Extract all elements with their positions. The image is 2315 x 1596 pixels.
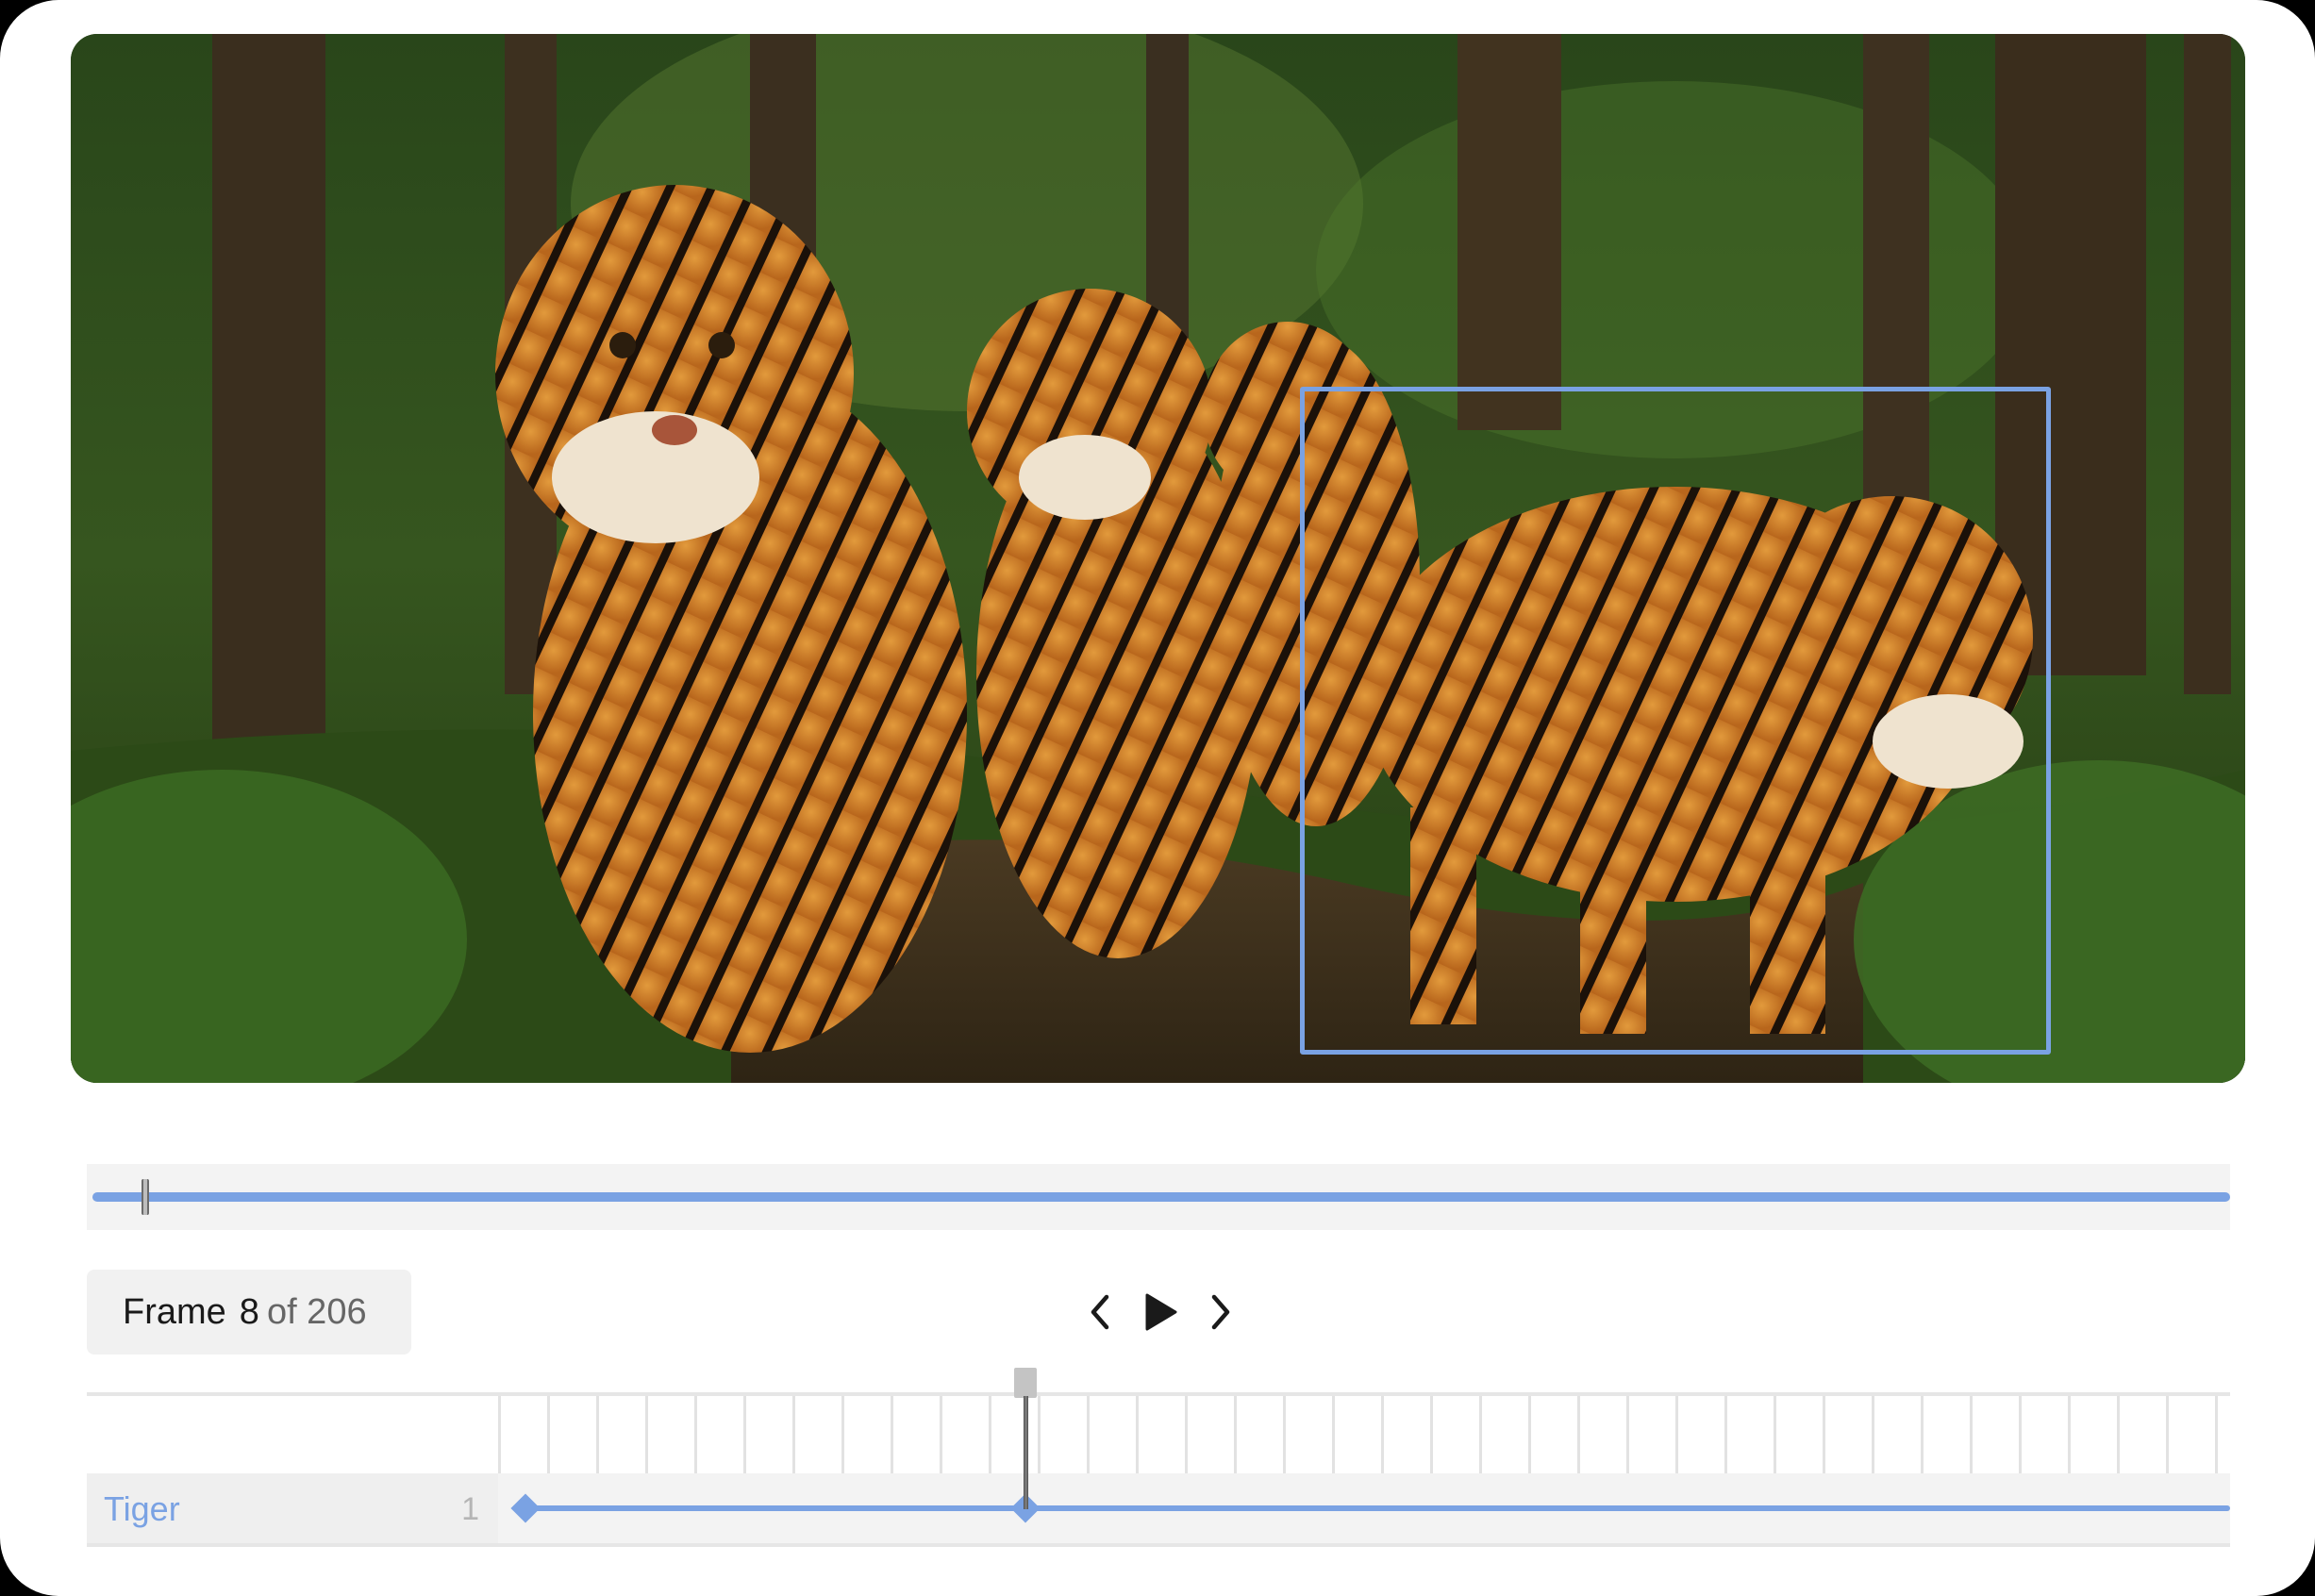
frame-current[interactable]: 8 [240,1292,259,1333]
keyframe-timeline[interactable]: Tiger 1 [87,1368,2230,1547]
playhead-handle[interactable] [1014,1368,1037,1398]
scrubber-handle[interactable] [142,1179,149,1215]
frame-ruler[interactable] [498,1396,2230,1475]
track-label[interactable]: Tiger 1 [87,1473,498,1545]
track-span-line[interactable] [530,1505,2230,1511]
next-frame-button[interactable] [1196,1281,1245,1343]
chevron-right-icon [1211,1294,1230,1330]
frame-total: of 206 [266,1291,367,1332]
tiger-bounding-box[interactable] [1300,387,2051,1055]
playback-controls [1075,1281,1245,1343]
frame-counter: Frame 8 of 206 [87,1270,411,1355]
previous-frame-button[interactable] [1075,1281,1124,1343]
timeline-bottom-border [87,1543,2230,1547]
video-frame-viewport[interactable] [71,34,2245,1083]
scrubber-track[interactable] [92,1192,2230,1202]
play-button[interactable] [1136,1281,1185,1343]
playhead-line[interactable] [1024,1396,1028,1509]
frame-label: Frame [123,1291,226,1332]
keyframe-marker[interactable] [510,1493,541,1523]
annotation-editor: Frame 8 of 206 Tiger 1 [0,0,2315,1596]
play-icon [1145,1293,1177,1331]
video-scrubber[interactable] [87,1164,2230,1230]
track-count: 1 [461,1490,479,1527]
track-name: Tiger [104,1489,180,1528]
track-row-tiger[interactable]: Tiger 1 [87,1473,2230,1545]
chevron-left-icon [1091,1294,1109,1330]
